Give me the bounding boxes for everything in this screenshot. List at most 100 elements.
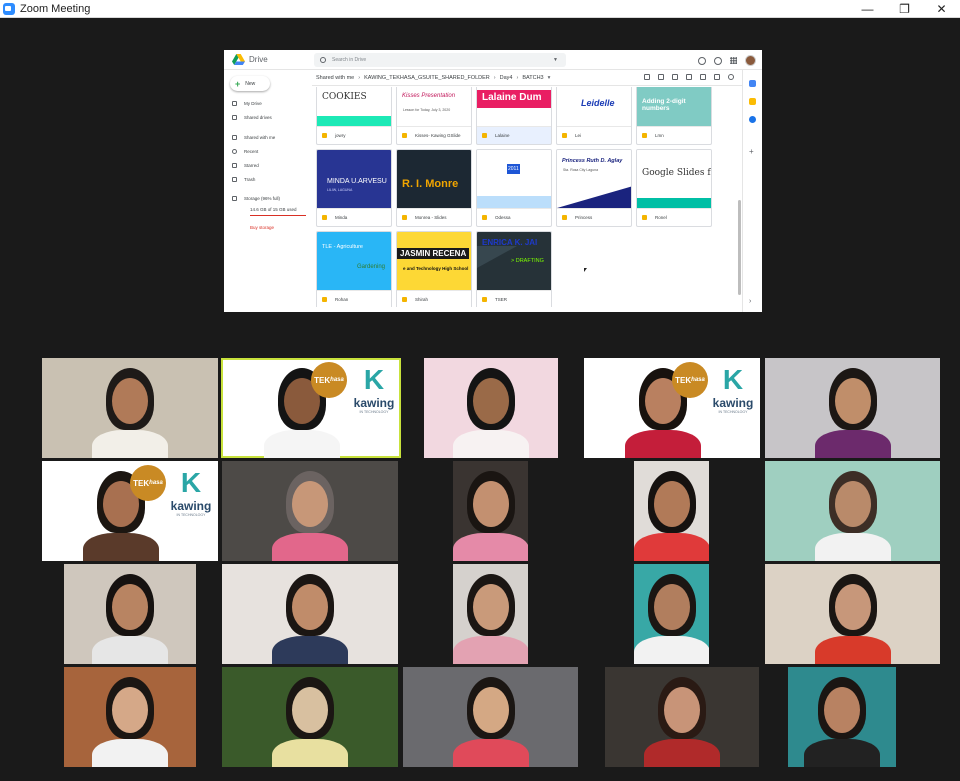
thumbnail-title: Kisses Presentation [402, 93, 456, 99]
file-name: Lmn [655, 133, 664, 138]
participant-face [112, 687, 148, 733]
participant-video[interactable] [222, 564, 398, 664]
drive-file-tile[interactable]: COOKIES jowry [316, 87, 392, 145]
buy-storage-link[interactable]: Buy storage [250, 225, 274, 230]
info-icon[interactable] [728, 74, 734, 80]
participant-video[interactable] [222, 667, 398, 767]
breadcrumb-day4[interactable]: Day4 [500, 75, 513, 81]
file-thumbnail: Lalaine Dum [477, 87, 551, 126]
search-options-icon[interactable]: ▼ [553, 57, 558, 63]
drive-file-tile[interactable]: 2011DAY 3ARLY UPDATE Odessa [476, 149, 552, 227]
file-name: Shirah [415, 297, 429, 302]
settings-icon[interactable] [714, 56, 722, 65]
kawing-k-icon: K [722, 364, 744, 395]
breadcrumb-batch3[interactable]: BATCH3 [522, 75, 543, 81]
sidebar-item-my-drive[interactable]: My Drive [232, 99, 262, 107]
drive-file-tile[interactable]: Kisses Presentation Lesson for Today, Jul… [396, 87, 472, 145]
participant-video[interactable]: TEK hasa Kkawing IN TECHNOLOGY [584, 358, 760, 458]
participant-video[interactable] [424, 358, 558, 458]
more-icon[interactable] [700, 74, 706, 80]
drive-file-tile[interactable]: Leidelle Lei [556, 87, 632, 145]
expand-panel-icon[interactable]: › [749, 298, 756, 305]
new-button[interactable]: + New [230, 76, 270, 91]
participant-video[interactable] [765, 564, 940, 664]
list-view-icon[interactable] [714, 74, 720, 80]
drive-file-tile[interactable]: Adding 2-digit numbers Lmn [636, 87, 712, 145]
tasks-icon[interactable] [749, 116, 756, 123]
participant-video[interactable] [222, 461, 398, 561]
calendar-icon[interactable] [749, 80, 756, 87]
drive-file-tile[interactable]: JASMIN RECENA e and Technology High Schoo… [396, 231, 472, 307]
breadcrumb-shared-folder[interactable]: KAWING_TEKHASA_GSUITE_SHARED_FOLDER [364, 75, 490, 81]
account-avatar[interactable] [745, 55, 756, 66]
drive-file-tile[interactable]: Princess Ruth D. Aglay Sta. Rosa City Lag… [556, 149, 632, 227]
thumbnail-subtitle: Gardening [357, 264, 386, 270]
participant-video[interactable] [64, 564, 196, 664]
share-icon[interactable] [658, 74, 664, 80]
thumbnail-title: COOKIES [322, 92, 367, 102]
chevron-down-icon[interactable]: ▾ [548, 75, 551, 81]
drive-file-tile[interactable]: ENRICA K. JAI > DRAFTING TSER [476, 231, 552, 307]
sidebar-item-shared-with-me[interactable]: Shared with me [232, 133, 275, 141]
participant-video[interactable] [403, 667, 578, 767]
sidebar-label: Recent [244, 148, 259, 154]
file-thumbnail: JASMIN RECENA e and Technology High Schoo… [397, 232, 471, 290]
participant-video[interactable] [634, 564, 709, 664]
drive-file-tile[interactable]: R. I. Monre Monrea - Slides [396, 149, 472, 227]
slides-file-icon [642, 133, 647, 138]
file-name: Kisses- Kawing GSlide [415, 133, 461, 138]
breadcrumb-shared-with-me[interactable]: Shared with me [316, 75, 354, 81]
apps-grid-icon[interactable] [730, 57, 737, 64]
side-panel: + › [742, 70, 762, 312]
thumbnail-title: 2011 [507, 164, 520, 174]
preview-icon[interactable] [672, 74, 678, 80]
keep-icon[interactable] [749, 98, 756, 105]
drive-search-input[interactable]: Search in Drive ▼ [314, 53, 566, 67]
link-icon[interactable] [644, 74, 650, 80]
participant-body [634, 533, 709, 561]
participant-video[interactable] [765, 358, 940, 458]
slides-file-icon [562, 215, 567, 220]
participant-video[interactable] [453, 564, 528, 664]
sidebar-item-trash[interactable]: Trash [232, 175, 255, 183]
sidebar-item-recent[interactable]: Recent [232, 147, 258, 155]
help-icon[interactable] [698, 56, 706, 65]
participant-body [814, 533, 891, 561]
participant-video[interactable] [634, 461, 709, 561]
sidebar-item-storage[interactable]: Storage (96% full) [232, 194, 280, 202]
slides-file-icon [482, 133, 487, 138]
thumbnail-shape [477, 246, 517, 268]
trash-icon[interactable] [686, 74, 692, 80]
minimize-button[interactable]: — [849, 0, 886, 18]
restore-button[interactable]: ❐ [886, 0, 923, 18]
participant-video[interactable] [64, 667, 196, 767]
participant-video[interactable] [788, 667, 896, 767]
file-name: Rohan [335, 297, 349, 302]
participant-video[interactable] [453, 461, 528, 561]
close-button[interactable]: ✕ [923, 0, 960, 18]
participant-body [814, 430, 891, 458]
scrollbar[interactable] [738, 200, 741, 295]
sidebar-item-starred[interactable]: Starred [232, 161, 259, 169]
sidebar-item-shared-drives[interactable]: Shared drives [232, 113, 272, 121]
tek-text: TEK [314, 375, 331, 385]
participant-video[interactable] [765, 461, 940, 561]
file-name: Ronel [655, 215, 667, 220]
participant-face [292, 481, 328, 527]
add-addon-icon[interactable]: + [749, 148, 756, 156]
file-footer: Kisses- Kawing GSlide [397, 126, 471, 144]
breadcrumb: Shared with me › KAWING_TEKHASA_GSUITE_S… [316, 73, 554, 83]
drive-file-tile[interactable]: TLE - Agriculture Gardening Rohan [316, 231, 392, 307]
drive-file-tile[interactable]: Lalaine Dum Lalaine [476, 87, 552, 145]
participant-video[interactable] [42, 358, 218, 458]
participant-video-active-speaker[interactable]: TEK hasa Kkawing IN TECHNOLOGY [221, 358, 401, 458]
clock-icon [232, 148, 237, 154]
participant-face [653, 481, 690, 527]
participant-video[interactable]: TEK hasa Kkawing IN TECHNOLOGY [42, 461, 218, 561]
window-controls: — ❐ ✕ [849, 0, 960, 18]
participant-face [834, 481, 871, 527]
drive-file-tile[interactable]: Google Slides for E Ronel [636, 149, 712, 227]
thumbnail-title: Leidelle [581, 98, 615, 108]
participant-video[interactable] [605, 667, 759, 767]
drive-file-tile[interactable]: MINDA U.ARVESU LILIW, LAGUNA Minda [316, 149, 392, 227]
